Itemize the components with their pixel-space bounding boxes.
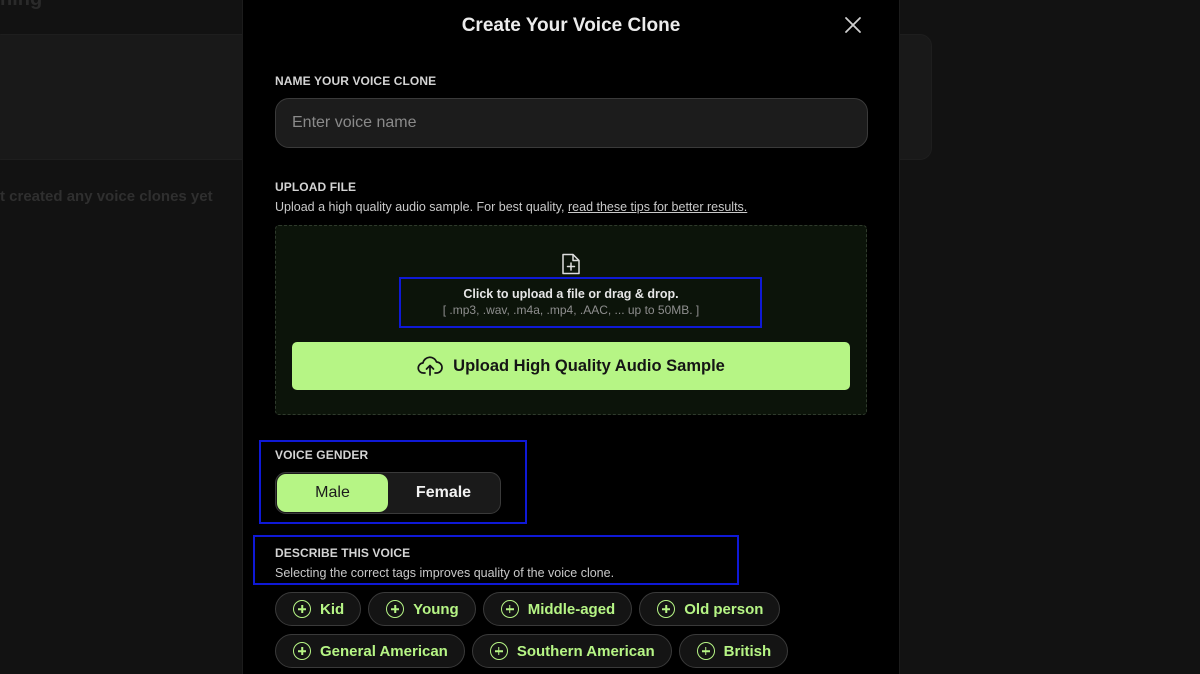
upload-audio-button[interactable]: Upload High Quality Audio Sample	[292, 342, 850, 390]
tag-young[interactable]: Young	[368, 592, 476, 626]
tag-label: British	[723, 642, 772, 660]
gender-option-female[interactable]: Female	[388, 474, 499, 512]
tag-southern-american[interactable]: Southern American	[471, 634, 672, 668]
tag-label: General American	[320, 642, 448, 660]
gender-label: VOICE GENDER	[275, 448, 369, 462]
upload-description-text: Upload a high quality audio sample. For …	[275, 200, 565, 214]
tag-label: Middle-aged	[527, 600, 616, 618]
tag-label: Old person	[684, 600, 764, 618]
describe-label: DESCRIBE THIS VOICE	[275, 546, 411, 560]
plus-circle-icon	[500, 600, 519, 618]
tag-british[interactable]: British	[678, 634, 789, 668]
drop-formats-text: [ .mp3, .wav, .m4a, .mp4, .AAC, ... up t…	[442, 303, 700, 317]
tag-label: Southern American	[516, 642, 655, 660]
background-empty-message: t created any voice clones yet	[0, 188, 213, 205]
tag-old-person[interactable]: Old person	[639, 592, 781, 626]
tag-kid[interactable]: Kid	[275, 592, 362, 626]
tag-label: Young	[413, 600, 459, 618]
gender-option-male[interactable]: Male	[277, 474, 388, 512]
gender-toggle: Male Female	[275, 472, 501, 514]
voice-clone-modal: Create Your Voice Clone NAME YOUR VOICE …	[242, 0, 900, 674]
voice-name-input[interactable]	[275, 98, 868, 148]
close-button[interactable]	[843, 15, 863, 35]
name-label: NAME YOUR VOICE CLONE	[275, 74, 437, 88]
tags-row-accent: General American Southern American Briti…	[275, 634, 789, 668]
drop-main-text: Click to upload a file or drag & drop.	[463, 287, 679, 301]
tag-middle-aged[interactable]: Middle-aged	[482, 592, 633, 626]
plus-circle-icon	[386, 600, 405, 618]
upload-label: UPLOAD FILE	[275, 180, 357, 194]
close-icon	[845, 17, 861, 33]
upload-button-label: Upload High Quality Audio Sample	[453, 356, 725, 375]
modal-title: Create Your Voice Clone	[461, 15, 681, 36]
background-heading: ning	[0, 0, 42, 11]
file-plus-icon	[562, 253, 580, 275]
tag-general-american[interactable]: General American	[275, 634, 465, 668]
plus-circle-icon	[489, 642, 508, 660]
tips-link[interactable]: read these tips for better results.	[568, 200, 747, 214]
describe-description: Selecting the correct tags improves qual…	[275, 566, 615, 580]
plus-circle-icon	[293, 642, 311, 660]
cloud-upload-icon	[417, 356, 443, 376]
plus-circle-icon	[696, 642, 715, 660]
plus-circle-icon	[657, 600, 676, 618]
upload-dropzone[interactable]: Click to upload a file or drag & drop. […	[275, 225, 867, 415]
tag-label: Kid	[320, 600, 345, 618]
upload-description: Upload a high quality audio sample. For …	[275, 200, 747, 214]
tags-row-age: Kid Young Middle-aged Old person	[275, 592, 781, 626]
plus-circle-icon	[293, 600, 311, 618]
